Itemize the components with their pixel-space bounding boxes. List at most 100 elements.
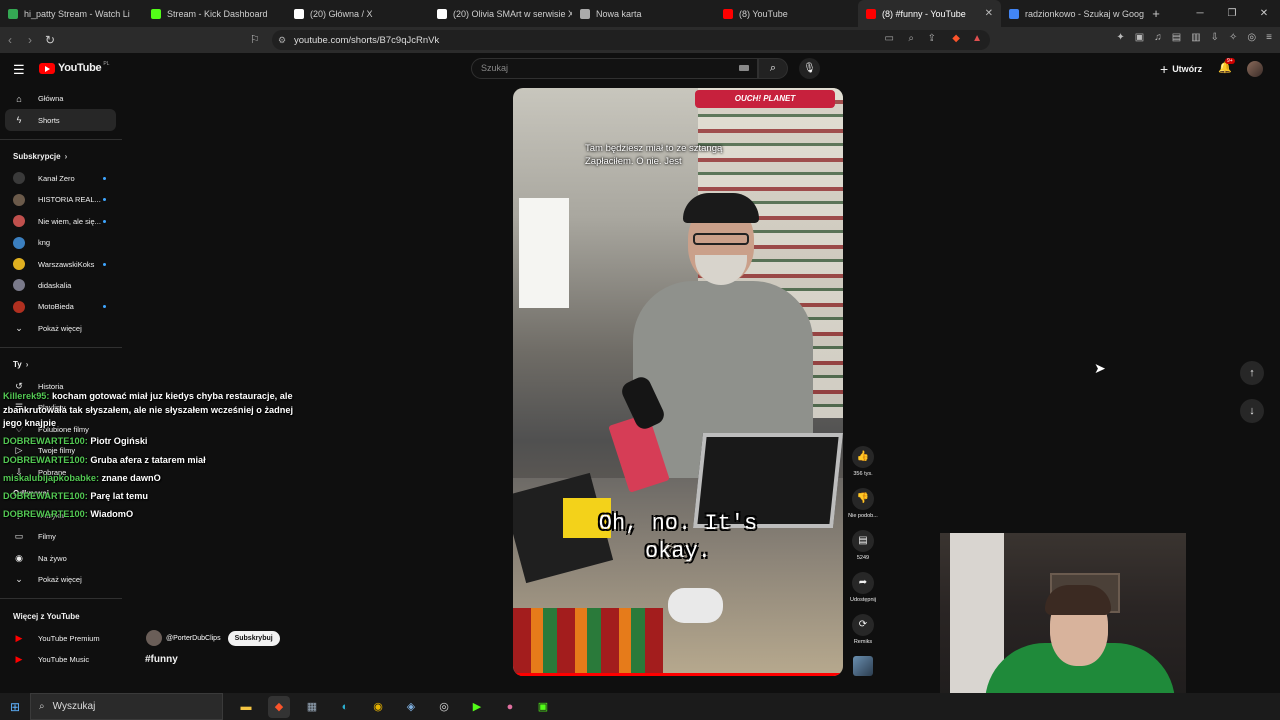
- remix-button[interactable]: ⟳ Remiks: [844, 614, 882, 656]
- back-icon[interactable]: ‹: [0, 33, 20, 47]
- close-window-icon[interactable]: ✕: [1248, 0, 1280, 27]
- share-button[interactable]: ➦ Udostępnij: [844, 572, 882, 614]
- sidebar-item[interactable]: Kanał Zero: [0, 168, 122, 189]
- kick-icon[interactable]: ▶: [466, 696, 488, 718]
- sidebar-item[interactable]: ⌂ Główna: [0, 88, 122, 109]
- channel-name[interactable]: @PorterDubClips: [166, 635, 221, 642]
- sound-thumbnail[interactable]: [844, 656, 882, 698]
- chrome-icon[interactable]: ◉: [367, 696, 389, 718]
- file-explorer-icon[interactable]: ▬: [235, 696, 257, 718]
- tab-label: Nowa karta: [596, 8, 642, 19]
- sidebar-item[interactable]: MotoBieda: [0, 296, 122, 317]
- sidebar-item[interactable]: ▶ YouTube Premium: [0, 627, 122, 648]
- sidebar-item[interactable]: ▭ Filmy: [0, 526, 122, 547]
- sidebar-item[interactable]: ◉ Na żywo: [0, 548, 122, 569]
- video-progress-bar[interactable]: [513, 673, 843, 676]
- site-info-icon[interactable]: ⚙: [278, 35, 286, 46]
- browser-tab[interactable]: radzionkowo - Szukaj w Googl: [1001, 0, 1144, 27]
- youtube-logo[interactable]: YouTube PL: [39, 61, 109, 74]
- taskbar-search[interactable]: ⌕ Wyszukaj: [30, 693, 223, 720]
- leo-icon[interactable]: ✧: [1229, 32, 1237, 43]
- vpn-icon[interactable]: ◎: [1247, 32, 1256, 43]
- account-avatar[interactable]: [1247, 61, 1263, 77]
- sidebar-item[interactable]: ϟ Shorts: [5, 109, 116, 131]
- create-button[interactable]: + Utwórz: [1160, 61, 1202, 77]
- forward-icon[interactable]: ›: [20, 33, 40, 47]
- minimize-icon[interactable]: ─: [1184, 0, 1216, 27]
- url-text: youtube.com/shorts/B7c9qJcRnVk: [294, 34, 440, 46]
- app-icon[interactable]: ▦: [301, 696, 323, 718]
- game-controller: [668, 588, 723, 623]
- streamlabs-icon[interactable]: ▣: [532, 696, 554, 718]
- url-field[interactable]: ⚙ youtube.com/shorts/B7c9qJcRnVk ▭ ⌕ ⇪ ◆…: [272, 30, 990, 50]
- channel-avatar[interactable]: [146, 630, 162, 646]
- sidebar-section-title[interactable]: Ty ›: [0, 354, 122, 376]
- comments-button[interactable]: ▤ 5249: [844, 530, 882, 572]
- browser-tab[interactable]: Stream - Kick Dashboard: [143, 0, 286, 27]
- close-tab-icon[interactable]: ✕: [985, 8, 993, 19]
- sidepanel-icon[interactable]: ▤: [1172, 32, 1181, 43]
- voice-search-button[interactable]: 🎙: [799, 58, 820, 79]
- sidebar-item[interactable]: Nie wiem, ale się...: [0, 211, 122, 232]
- downloads-icon[interactable]: ⇩: [1211, 32, 1219, 43]
- sidebar-toggle-icon[interactable]: ▣: [1135, 32, 1144, 43]
- tab-favicon-icon: [437, 8, 447, 19]
- browser-tab[interactable]: (20) Olivia SMArt w serwisie X: [429, 0, 572, 27]
- restore-icon[interactable]: ❐: [1216, 0, 1248, 27]
- share-icon[interactable]: ⇪: [928, 33, 936, 44]
- browser-tab[interactable]: (20) Główna / X: [286, 0, 429, 27]
- brave-browser-icon[interactable]: ◆: [268, 695, 290, 718]
- sidebar-item[interactable]: HISTORIA REAL...: [0, 189, 122, 210]
- sidebar: ⌂ Główna ϟ Shorts Subskrypcje › Kanał Zero HIST…: [0, 88, 122, 670]
- sidebar-section-title[interactable]: Subskrypcje ›: [0, 146, 122, 168]
- sidebar-item-label: WarszawskiKoks: [38, 259, 95, 269]
- discord-icon[interactable]: ●: [499, 696, 521, 718]
- tab-favicon-icon: [866, 8, 876, 19]
- sidebar-section-title[interactable]: Więcej z YouTube: [0, 605, 122, 627]
- search-input[interactable]: Szukaj: [471, 58, 758, 79]
- bookmark-icon[interactable]: ⚐: [250, 33, 260, 46]
- next-short-button[interactable]: ↓: [1240, 399, 1264, 423]
- sidebar-item[interactable]: ⌄ Pokaż więcej: [0, 569, 122, 590]
- tab-label: (8) #funny - YouTube: [882, 8, 966, 19]
- browser-tab[interactable]: (8) #funny - YouTube ✕: [858, 0, 1001, 27]
- brave-shields-icon[interactable]: ◆: [952, 33, 960, 44]
- sidebar-item-label: Główna: [38, 94, 64, 104]
- new-tab-icon[interactable]: +: [1144, 6, 1168, 21]
- steam-icon[interactable]: ◈: [400, 696, 422, 718]
- sidebar-item[interactable]: ⌄ Pokaż więcej: [0, 318, 122, 339]
- short-video-player[interactable]: OUCH! PLANET Tam będziesz miał to ze szt…: [513, 88, 843, 676]
- brave-rewards-icon[interactable]: ▲: [972, 33, 982, 44]
- windows-start-icon[interactable]: ⊞: [0, 700, 30, 714]
- audio-thumbnail: [853, 656, 873, 676]
- browser-tab[interactable]: Nowa karta: [572, 0, 715, 27]
- dislike-button[interactable]: 👎 Nie podob...: [844, 488, 882, 530]
- sidebar-item[interactable]: ▶ YouTube Music: [0, 649, 122, 670]
- previous-short-button[interactable]: ↑: [1240, 361, 1264, 385]
- keyboard-icon[interactable]: [739, 65, 749, 71]
- subscribe-button[interactable]: Subskrybuj: [227, 630, 280, 646]
- arrow-up-icon: ↑: [1249, 367, 1255, 379]
- search-button[interactable]: ⌕: [758, 58, 788, 79]
- zoom-icon[interactable]: ⌕: [908, 33, 914, 44]
- sidebar-item[interactable]: kng: [0, 232, 122, 253]
- like-button[interactable]: 👍 356 tys.: [844, 446, 882, 488]
- notifications-button[interactable]: 🔔 9+: [1218, 58, 1235, 74]
- media-icon[interactable]: ♫: [1154, 32, 1162, 43]
- obs-icon[interactable]: ◎: [433, 696, 455, 718]
- browser-tab[interactable]: hi_patty Stream - Watch Li: [0, 0, 143, 27]
- hamburger-menu-icon[interactable]: ☰: [13, 62, 25, 78]
- wallet-icon[interactable]: ▥: [1191, 32, 1200, 43]
- cast-icon[interactable]: ▭: [885, 33, 894, 44]
- reload-icon[interactable]: ↻: [40, 33, 60, 47]
- edge-icon[interactable]: ◐: [334, 696, 356, 718]
- video-hashtag[interactable]: #funny: [145, 654, 178, 665]
- chevron-down-icon: ⌄: [15, 322, 23, 333]
- extensions-icon[interactable]: ✦: [1116, 32, 1124, 43]
- sidebar-item[interactable]: didaskalia: [0, 275, 122, 296]
- chat-username: DOBREWARTE100: [3, 454, 85, 465]
- browser-tab[interactable]: (8) YouTube: [715, 0, 858, 27]
- menu-icon[interactable]: ≡: [1266, 32, 1272, 43]
- sidebar-item[interactable]: WarszawskiKoks: [0, 253, 122, 274]
- tab-favicon-icon: [8, 8, 18, 19]
